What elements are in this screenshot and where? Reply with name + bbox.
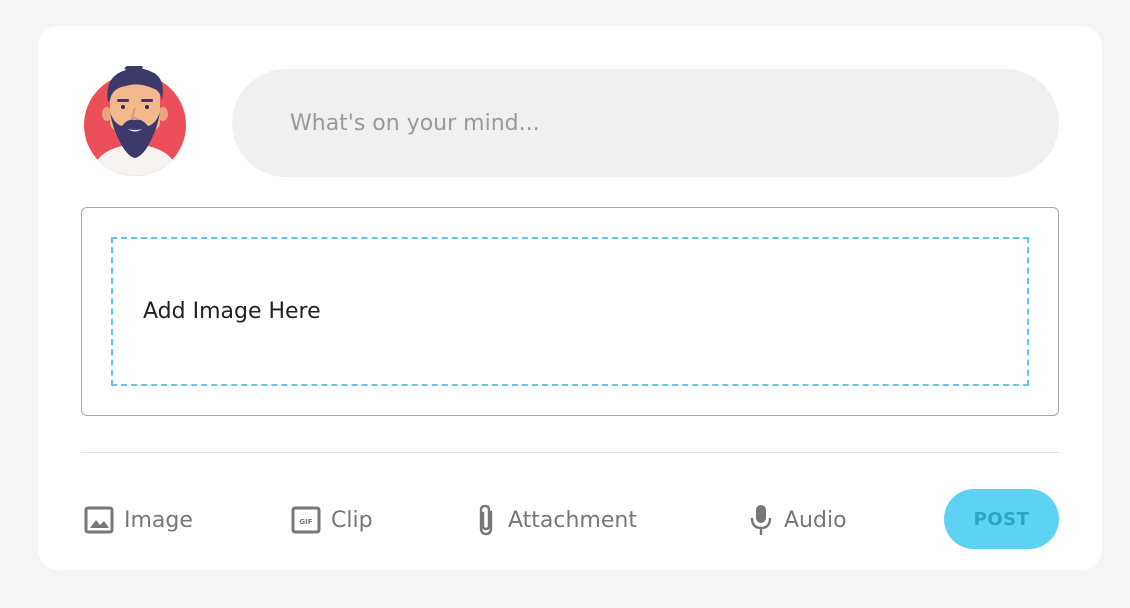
attachment-label: Attachment — [508, 507, 637, 533]
paperclip-icon — [474, 502, 498, 538]
bearded-man-avatar-icon — [84, 66, 186, 176]
gif-icon: GIF — [291, 506, 321, 534]
audio-label: Audio — [784, 507, 847, 533]
dropzone-label: Add Image Here — [143, 299, 321, 324]
post-text-input[interactable] — [232, 69, 1059, 177]
post-button[interactable]: POST — [944, 489, 1059, 549]
add-image-button[interactable]: Image — [84, 500, 193, 540]
image-label: Image — [124, 507, 193, 533]
microphone-icon — [748, 503, 774, 537]
image-upload-area: Add Image Here — [81, 207, 1059, 416]
add-attachment-button[interactable]: Attachment — [474, 500, 637, 540]
image-icon — [84, 506, 114, 534]
svg-text:GIF: GIF — [299, 518, 312, 526]
post-composer-card: Add Image Here Image GIF Clip Att — [38, 26, 1102, 570]
divider — [81, 452, 1059, 453]
add-audio-button[interactable]: Audio — [748, 500, 847, 540]
user-avatar[interactable] — [82, 66, 188, 176]
clip-label: Clip — [331, 507, 373, 533]
image-dropzone[interactable]: Add Image Here — [111, 237, 1029, 386]
add-clip-button[interactable]: GIF Clip — [291, 500, 373, 540]
